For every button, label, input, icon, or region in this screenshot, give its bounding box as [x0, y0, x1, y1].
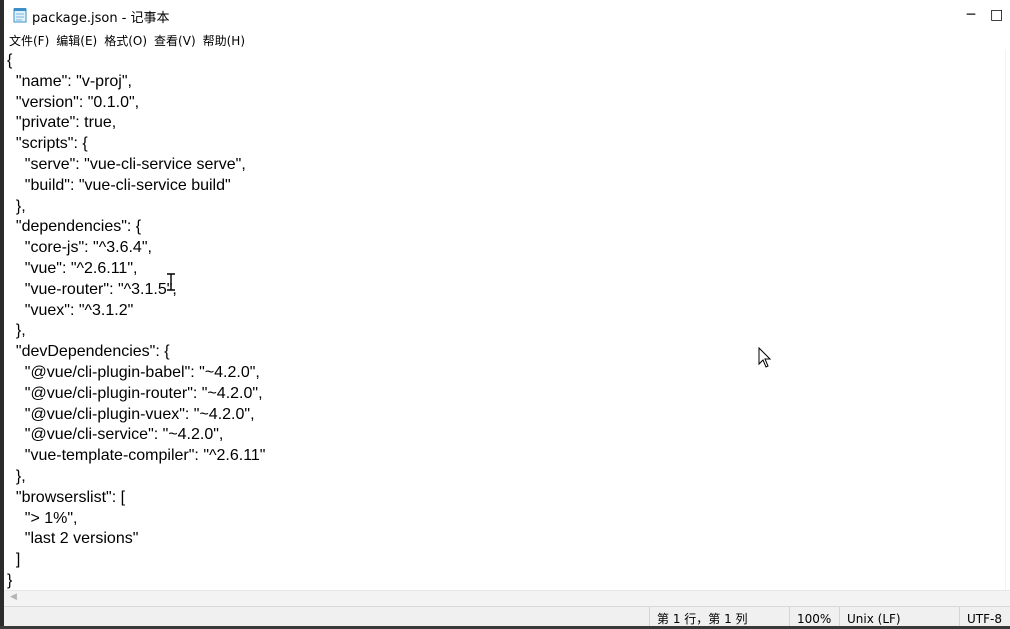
text-editor-area[interactable]: { "name": "v-proj", "version": "0.1.0", … — [4, 50, 1006, 590]
menu-file[interactable]: 文件(F) — [7, 32, 51, 49]
file-content[interactable]: { "name": "v-proj", "version": "0.1.0", … — [7, 51, 265, 590]
vertical-scrollbar[interactable] — [1005, 50, 1010, 590]
scroll-left-arrow-icon[interactable]: ◀ — [10, 592, 17, 602]
horizontal-scrollbar[interactable]: ◀ — [4, 590, 1010, 607]
menu-view[interactable]: 查看(V) — [152, 32, 198, 49]
notepad-icon — [13, 7, 27, 23]
menu-edit[interactable]: 编辑(E) — [54, 32, 99, 49]
title-bar[interactable]: package.json - 记事本 ─ □ — [4, 0, 1010, 30]
menu-bar: 文件(F) 编辑(E) 格式(O) 查看(V) 帮助(H) — [4, 30, 1010, 51]
arrow-pointer-icon — [758, 346, 772, 369]
maximize-button[interactable]: □ — [990, 0, 1010, 30]
minimize-button[interactable]: ─ — [952, 0, 990, 30]
menu-help[interactable]: 帮助(H) — [201, 32, 247, 49]
menu-format[interactable]: 格式(O) — [102, 32, 149, 49]
notepad-window: package.json - 记事本 ─ □ 文件(F) 编辑(E) 格式(O)… — [0, 0, 1010, 629]
ibeam-cursor-icon — [166, 273, 176, 291]
window-title: package.json - 记事本 — [32, 11, 170, 26]
